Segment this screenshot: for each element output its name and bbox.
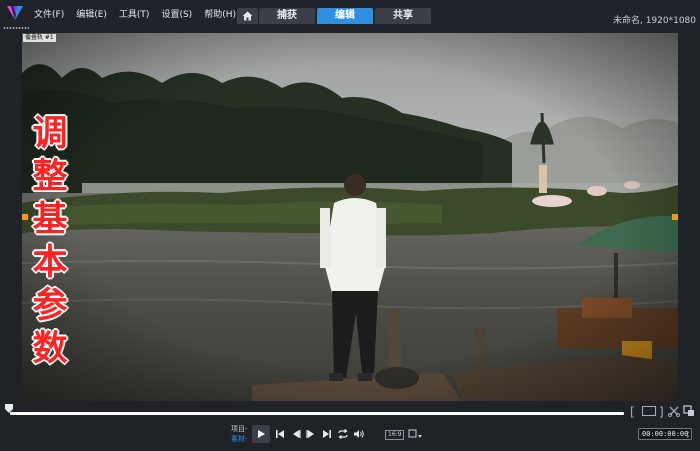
caption-char: 整 <box>32 157 68 197</box>
mode-clip-label[interactable]: 素材- <box>231 434 248 444</box>
menu-edit[interactable]: 编辑(E) <box>76 7 107 20</box>
fit-screen-dropdown[interactable] <box>407 426 423 442</box>
skip-to-end-icon <box>323 430 331 438</box>
preview-window[interactable]: 覆叠轨 #1 调 整 基 本 参 数 <box>22 33 678 401</box>
preview-frame <box>22 33 678 401</box>
next-frame-button[interactable] <box>304 426 318 442</box>
next-frame-icon <box>306 430 314 438</box>
caption-char: 数 <box>32 329 68 369</box>
caption-char: 本 <box>32 243 68 283</box>
trim-range-box[interactable] <box>642 406 656 416</box>
repeat-button[interactable] <box>336 426 350 442</box>
timeline-scrubber[interactable] <box>10 412 624 415</box>
speaker-icon <box>354 430 364 438</box>
aspect-ratio-button[interactable]: 16:9 <box>385 430 405 440</box>
previous-frame-icon <box>293 430 301 438</box>
menu-help[interactable]: 帮助(H) <box>204 7 236 20</box>
repeat-icon <box>338 429 348 439</box>
trim-end-bracket[interactable]: ] <box>659 405 664 419</box>
volume-button[interactable] <box>352 426 366 442</box>
caption-char: 调 <box>32 114 68 154</box>
tab-share[interactable]: 共享 <box>375 8 431 24</box>
resize-handle-left[interactable] <box>22 214 28 220</box>
menu-bar: 文件(F) 编辑(E) 工具(T) 设置(S) 帮助(H) <box>34 7 236 20</box>
caption-char: 基 <box>32 200 68 240</box>
crop-dropdown-icon <box>408 429 422 438</box>
timecode-stepper-icon[interactable]: ▲ ▼ <box>687 429 689 439</box>
playback-mode[interactable]: 项目- 素材- <box>231 424 248 444</box>
caption-char: 参 <box>32 286 68 326</box>
play-icon <box>258 430 265 438</box>
menu-settings[interactable]: 设置(S) <box>161 7 192 20</box>
title-bar: 文件(F) 编辑(E) 工具(T) 设置(S) 帮助(H) 捕获 编辑 共享 未… <box>0 0 700 31</box>
resize-handle-right[interactable] <box>672 214 678 220</box>
app-logo-icon <box>7 6 23 20</box>
trim-start-bracket[interactable]: [ <box>630 405 635 419</box>
go-to-end-button[interactable] <box>320 426 334 442</box>
timecode-value: 00:00:00:00 <box>642 430 689 438</box>
caption-text[interactable]: 调 整 基 本 参 数 <box>30 113 70 371</box>
go-to-start-button[interactable] <box>273 426 287 442</box>
menu-file[interactable]: 文件(F) <box>34 7 64 20</box>
project-info: 未命名, 1920*1080 <box>612 16 696 26</box>
grip-dots <box>3 27 29 29</box>
play-button[interactable] <box>252 425 270 443</box>
menu-tools[interactable]: 工具(T) <box>119 7 150 20</box>
previous-frame-button[interactable] <box>289 426 303 442</box>
skip-to-start-icon <box>276 430 284 438</box>
tab-edit[interactable]: 编辑 <box>317 8 373 24</box>
home-icon <box>242 11 253 21</box>
timecode-field[interactable]: 00:00:00:00 ▲ ▼ <box>638 428 692 440</box>
tab-capture[interactable]: 捕获 <box>259 8 315 24</box>
home-tab[interactable] <box>237 8 258 24</box>
enlarge-preview-icon[interactable] <box>683 405 695 417</box>
overlay-track-label: 覆叠轨 #1 <box>23 34 56 42</box>
split-clip-icon[interactable] <box>668 405 680 417</box>
mode-project-label[interactable]: 项目- <box>231 424 248 434</box>
